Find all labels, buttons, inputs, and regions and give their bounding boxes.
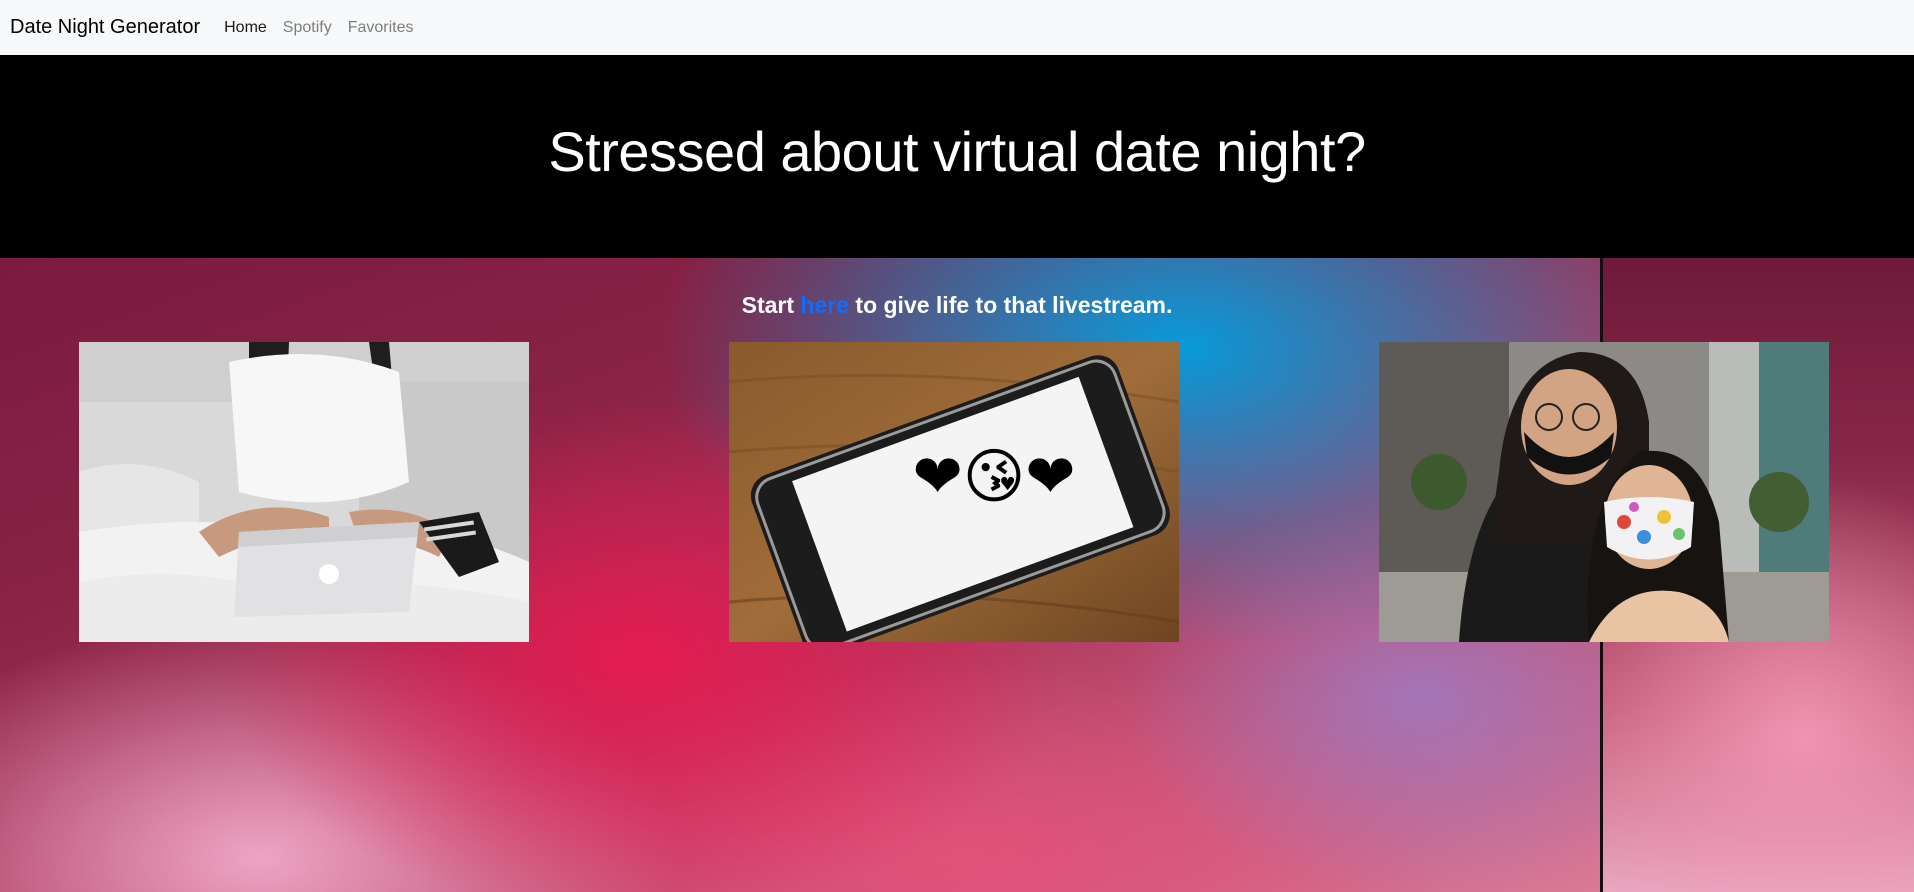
phone-with-emojis-photo: ❤😘❤: [729, 342, 1179, 642]
cta-text-start: Start: [741, 292, 795, 318]
navbar-brand[interactable]: Date Night Generator: [10, 16, 200, 39]
call-to-action: Start here to give life to that livestre…: [0, 292, 1914, 319]
hero-title: Stressed about virtual date night?: [548, 120, 1366, 183]
top-navbar: Date Night Generator Home Spotify Favori…: [0, 0, 1914, 55]
nav-link-favorites[interactable]: Favorites: [348, 19, 414, 37]
emoji-row: ❤😘❤: [912, 442, 1075, 512]
woman-with-laptop-photo: [79, 342, 529, 642]
content-section: Start here to give life to that livestre…: [0, 258, 1914, 892]
couple-in-masks-photo: [1379, 342, 1829, 642]
nav-link-spotify[interactable]: Spotify: [283, 19, 332, 37]
nav-link-home[interactable]: Home: [224, 19, 267, 37]
hero-banner: Stressed about virtual date night?: [0, 55, 1914, 258]
cta-text-end: to give life to that livestream.: [855, 292, 1173, 318]
cta-here-link[interactable]: here: [800, 292, 849, 318]
